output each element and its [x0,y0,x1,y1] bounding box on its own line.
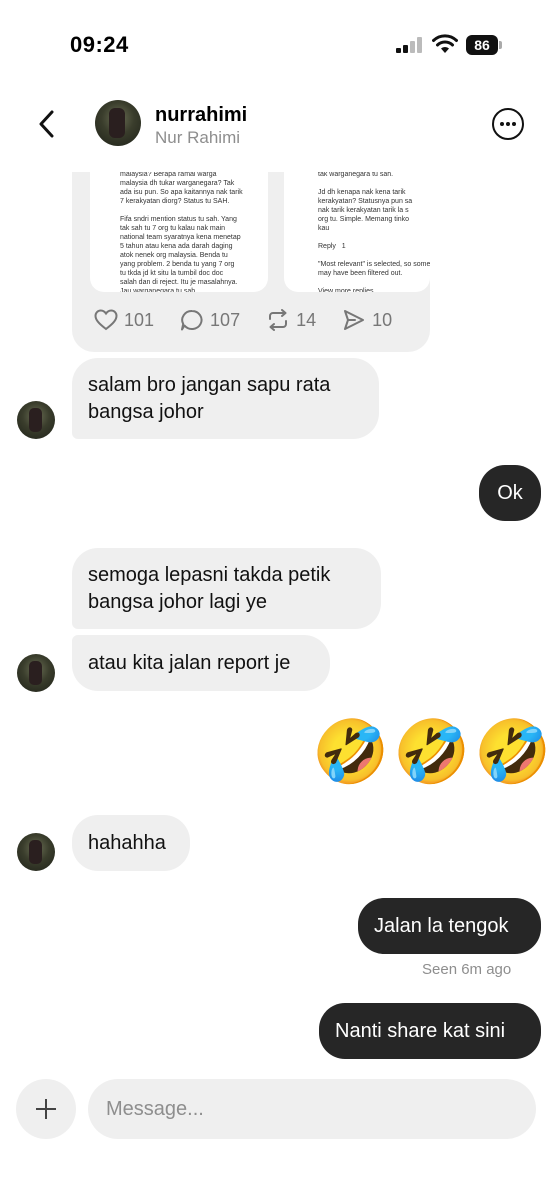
message-input[interactable] [88,1079,536,1139]
message-bubble[interactable]: salam bro jangan sapu rata bangsa johor [72,358,379,439]
avatar[interactable] [17,833,55,871]
status-time: 09:24 [70,32,129,57]
chat-username[interactable]: nurrahimi [155,104,247,127]
message-bubble[interactable]: Jalan la tengok [358,898,541,954]
message-text: Jalan la tengok [374,914,509,937]
send-icon [344,310,365,330]
more-circle-icon[interactable] [492,108,524,140]
message-text: bangsa johor lagi ye [88,590,268,613]
repost-stat[interactable]: 14 [266,309,316,331]
plus-icon[interactable] [16,1079,76,1139]
message-text: bangsa johor [88,400,204,423]
chat-full-name[interactable]: Nur Rahimi [155,128,240,148]
status-bar: 09:24 86 [0,0,552,90]
rolling-on-floor-laughing-emoji: 🤣 [474,718,552,787]
post-image-right[interactable]: tak warganegara tu sah. Jd dh kenapa nak… [284,172,430,292]
battery-indicator: 86 [466,35,504,55]
comment-stat[interactable]: 107 [180,309,240,331]
avatar[interactable] [17,401,55,439]
post-stats: 101 107 14 10 [94,308,418,332]
message-bubble[interactable]: Ok [479,465,541,521]
message-text: Nanti share kat sini [335,1019,506,1042]
post-image-right-text: tak warganegara tu sah. Jd dh kenapa nak… [318,172,430,292]
like-stat[interactable]: 101 [94,309,154,331]
rolling-on-floor-laughing-emoji: 🤣 [393,718,471,787]
cellular-signal-icon [396,37,422,53]
message-text: atau kita jalan report je [88,651,291,674]
comment-count: 107 [210,309,241,330]
comment-icon [181,309,203,331]
avatar[interactable] [17,654,55,692]
repost-icon [269,309,288,331]
chevron-left-icon[interactable] [30,106,66,142]
share-count: 10 [372,309,393,330]
message-bubble[interactable]: atau kita jalan report je [72,635,330,691]
wifi-icon [432,34,458,53]
message-bubble[interactable]: hahahha [72,815,190,871]
battery-level: 86 [466,35,498,55]
message-text: semoga lepasni takda petik [88,563,331,586]
message-bubble[interactable]: semoga lepasni takda petik bangsa johor … [72,548,381,629]
avatar[interactable] [95,100,141,146]
rolling-on-floor-laughing-emoji: 🤣 [312,718,390,787]
emoji-message[interactable]: 🤣 🤣 🤣 [312,715,552,791]
message-text: salam bro jangan sapu rata [88,373,331,396]
like-count: 101 [124,309,155,330]
post-image-left-text: malaysia? Berapa ramai warga malaysia dh… [120,172,243,292]
message-bubble[interactable]: Nanti share kat sini [319,1003,541,1059]
shared-post-card[interactable]: malaysia? Berapa ramai warga malaysia dh… [72,172,430,352]
post-image-left[interactable]: malaysia? Berapa ramai warga malaysia dh… [90,172,268,292]
repost-count: 14 [296,309,317,330]
message-text: Ok [497,481,523,504]
share-stat[interactable]: 10 [342,309,392,331]
battery-cap [499,41,502,49]
heart-icon [94,309,118,331]
message-text: hahahha [88,831,166,854]
seen-status: Seen 6m ago [422,961,512,978]
chat-header: nurrahimi Nur Rahimi [0,90,552,170]
